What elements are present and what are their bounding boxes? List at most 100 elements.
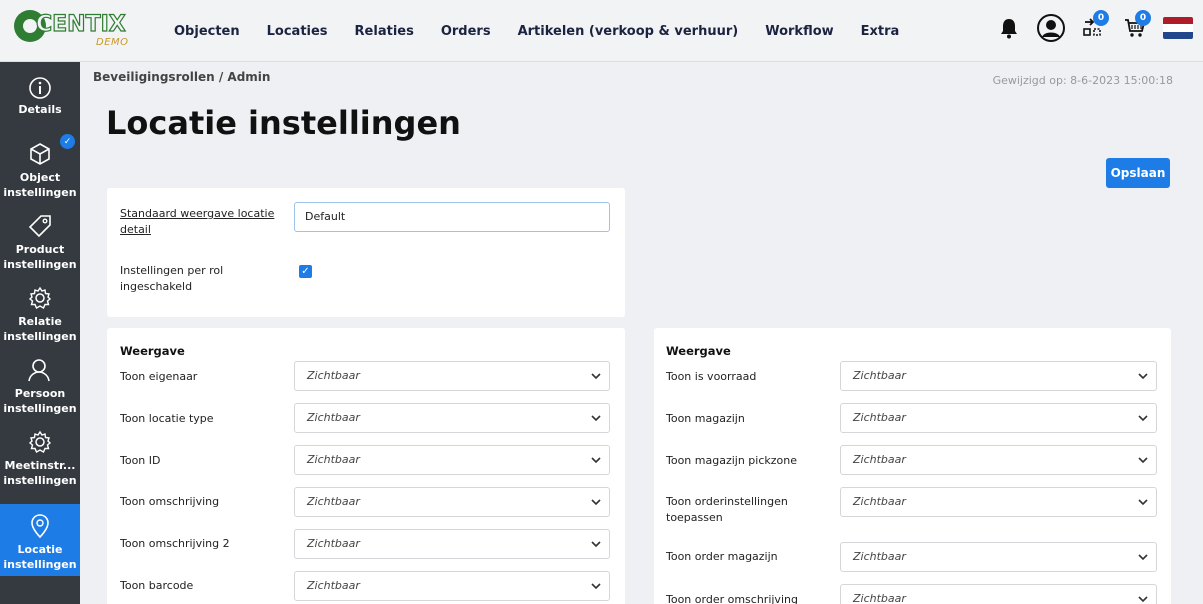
scan-badge: 0 bbox=[1093, 10, 1109, 26]
general-settings-card: Standaard weergave locatie detail Defaul… bbox=[107, 188, 625, 317]
sidebar-item-object[interactable]: ✓ Object instellingen bbox=[0, 132, 80, 204]
row-label: Toon magazijn pickzone bbox=[666, 454, 798, 467]
logo-demo-label: DEMO bbox=[96, 37, 129, 48]
gear-icon bbox=[28, 286, 52, 309]
breadcrumb: Beveiligingsrollen / Admin bbox=[93, 70, 270, 84]
select-value: Zichtbaar bbox=[307, 369, 360, 382]
select-value: Zichtbaar bbox=[307, 495, 360, 508]
bell-icon bbox=[1001, 19, 1017, 39]
sidebar-item-persoon[interactable]: Persoon instellingen bbox=[0, 348, 80, 420]
location-pin-icon bbox=[31, 514, 49, 539]
nav-orders[interactable]: Orders bbox=[441, 24, 491, 39]
visibility-select[interactable]: Zichtbaar bbox=[294, 403, 610, 433]
visibility-select[interactable]: Zichtbaar bbox=[840, 584, 1157, 604]
visibility-select[interactable]: Zichtbaar bbox=[294, 529, 610, 559]
chevron-down-icon bbox=[591, 499, 601, 506]
default-view-input[interactable]: Default bbox=[294, 202, 610, 232]
row-label: Toon omschrijving 2 bbox=[120, 537, 230, 550]
nav-relaties[interactable]: Relaties bbox=[355, 24, 414, 39]
chevron-down-icon bbox=[591, 541, 601, 548]
object-settings-check-icon: ✓ bbox=[60, 134, 75, 149]
scan-queue-button[interactable]: 0 bbox=[1079, 10, 1109, 44]
select-value: Zichtbaar bbox=[307, 453, 360, 466]
per-role-label: Instellingen per rol ingeschakeld bbox=[120, 264, 224, 293]
nav-objecten[interactable]: Objecten bbox=[174, 24, 240, 39]
nav-artikelen[interactable]: Artikelen (verkoop & verhuur) bbox=[518, 24, 739, 39]
user-profile-button[interactable] bbox=[1037, 12, 1065, 44]
save-button[interactable]: Opslaan bbox=[1106, 158, 1170, 188]
chevron-down-icon bbox=[591, 583, 601, 590]
nav-workflow[interactable]: Workflow bbox=[765, 24, 833, 39]
select-value: Zichtbaar bbox=[853, 550, 906, 563]
select-value: Zichtbaar bbox=[307, 579, 360, 592]
chevron-down-icon bbox=[591, 373, 601, 380]
select-value: Zichtbaar bbox=[853, 411, 906, 424]
last-modified-text: Gewijzigd op: 8-6-2023 15:00:18 bbox=[992, 74, 1173, 87]
visibility-select[interactable]: Zichtbaar bbox=[840, 445, 1157, 475]
sidebar-item-label: Product instellingen bbox=[3, 243, 77, 271]
display-settings-card-left: Weergave Toon eigenaar Zichtbaar Toon lo… bbox=[107, 328, 625, 604]
per-role-checkbox[interactable]: ✓ bbox=[299, 265, 312, 278]
settings-sidebar: Details ✓ Object instellingen Product in… bbox=[0, 62, 80, 604]
display-settings-card-right: Weergave Toon is voorraad Zichtbaar Toon… bbox=[654, 328, 1171, 604]
row-label: Toon eigenaar bbox=[120, 370, 198, 383]
cart-badge: 0 bbox=[1135, 10, 1151, 26]
chevron-down-icon bbox=[1138, 373, 1148, 380]
person-icon bbox=[28, 359, 50, 382]
sidebar-item-meetinstrument[interactable]: Meetinstr... instellingen bbox=[0, 420, 80, 492]
section-title: Weergave bbox=[120, 344, 185, 358]
gear-icon bbox=[28, 430, 52, 453]
nav-extra[interactable]: Extra bbox=[861, 24, 900, 39]
breadcrumb-separator: / bbox=[218, 70, 224, 84]
visibility-select[interactable]: Zichtbaar bbox=[294, 361, 610, 391]
page-title: Locatie instellingen bbox=[106, 104, 461, 142]
chevron-down-icon bbox=[1138, 457, 1148, 464]
user-avatar-icon bbox=[1037, 14, 1065, 42]
sidebar-item-details[interactable]: Details bbox=[0, 66, 80, 138]
cube-icon bbox=[30, 143, 50, 165]
logo-text: CENTIX bbox=[35, 11, 126, 37]
select-value: Zichtbaar bbox=[853, 453, 906, 466]
chevron-down-icon bbox=[591, 415, 601, 422]
breadcrumb-current: Admin bbox=[227, 70, 271, 84]
row-label: Toon locatie type bbox=[120, 412, 214, 425]
sidebar-item-label: Details bbox=[18, 103, 62, 116]
visibility-select[interactable]: Zichtbaar bbox=[294, 571, 610, 601]
sidebar-item-product[interactable]: Product instellingen bbox=[0, 204, 80, 276]
notifications-button[interactable] bbox=[995, 12, 1023, 44]
row-label: Toon is voorraad bbox=[666, 370, 757, 383]
chevron-down-icon bbox=[591, 457, 601, 464]
visibility-select[interactable]: Zichtbaar bbox=[294, 445, 610, 475]
default-view-label[interactable]: Standaard weergave locatie detail bbox=[120, 206, 280, 238]
sidebar-item-relatie[interactable]: Relatie instellingen bbox=[0, 276, 80, 348]
sidebar-item-locatie[interactable]: Locatie instellingen bbox=[0, 504, 80, 576]
visibility-select[interactable]: Zichtbaar bbox=[840, 403, 1157, 433]
breadcrumb-parent-link[interactable]: Beveiligingsrollen bbox=[93, 70, 215, 84]
row-label: Toon order magazijn bbox=[666, 550, 778, 563]
top-bar: CENTIX DEMO Objecten Locaties Relaties O… bbox=[0, 0, 1203, 62]
cart-button[interactable]: 0 bbox=[1121, 10, 1151, 44]
visibility-select[interactable]: Zichtbaar bbox=[840, 487, 1157, 517]
header-icons: 0 0 bbox=[995, 10, 1193, 44]
row-label: Toon magazijn bbox=[666, 412, 745, 425]
visibility-select[interactable]: Zichtbaar bbox=[294, 487, 610, 517]
visibility-select[interactable]: Zichtbaar bbox=[840, 361, 1157, 391]
visibility-select[interactable]: Zichtbaar bbox=[840, 542, 1157, 572]
row-label: Toon orderinstellingen toepassen bbox=[666, 495, 788, 524]
sidebar-item-label: Persoon instellingen bbox=[3, 387, 77, 415]
row-label: Toon omschrijving bbox=[120, 495, 220, 508]
sidebar-item-label: Meetinstr... instellingen bbox=[3, 459, 77, 487]
select-value: Zichtbaar bbox=[307, 411, 360, 424]
centix-logo[interactable]: CENTIX DEMO bbox=[14, 6, 144, 54]
main-nav: Objecten Locaties Relaties Orders Artike… bbox=[174, 24, 926, 39]
sidebar-item-label: Object instellingen bbox=[3, 171, 77, 199]
chevron-down-icon bbox=[1138, 596, 1148, 603]
row-label: Toon order omschrijving bbox=[666, 593, 798, 604]
chevron-down-icon bbox=[1138, 415, 1148, 422]
chevron-down-icon bbox=[1138, 499, 1148, 506]
row-label: Toon barcode bbox=[120, 579, 194, 592]
chevron-down-icon bbox=[1138, 554, 1148, 561]
select-value: Zichtbaar bbox=[853, 495, 906, 508]
nav-locaties[interactable]: Locaties bbox=[267, 24, 328, 39]
language-flag-nl-icon[interactable] bbox=[1163, 17, 1193, 39]
